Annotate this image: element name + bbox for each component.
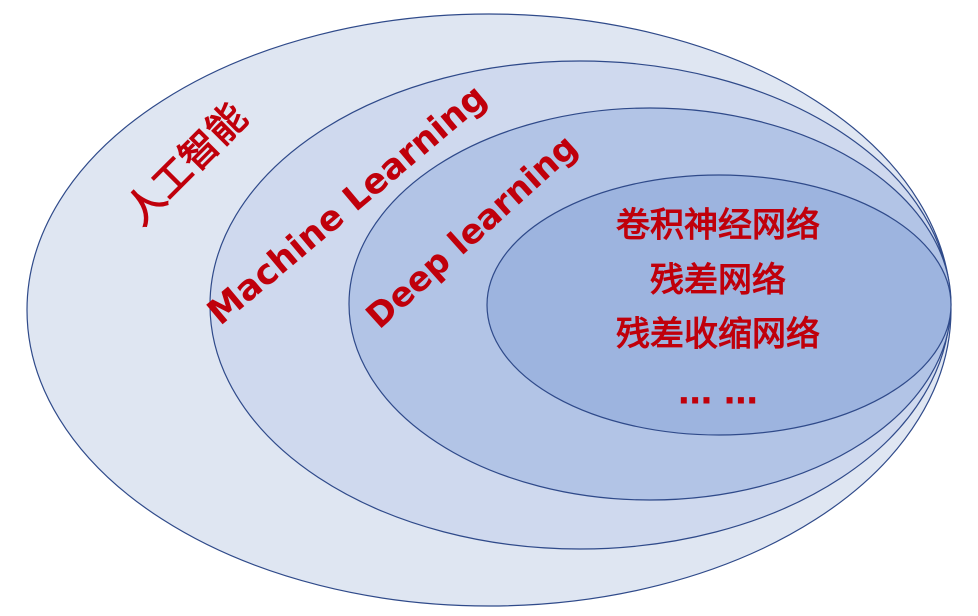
nested-ellipse-diagram: 人工智能 Machine Learning Deep learning 卷积神经… [26, 13, 952, 607]
inner-item-cnn: 卷积神经网络 [616, 206, 820, 246]
inner-item-drsn: 残差收缩网络 [616, 315, 820, 355]
inner-item-resnet: 残差网络 [650, 261, 786, 301]
inner-item-ellipsis: … … [678, 373, 758, 413]
